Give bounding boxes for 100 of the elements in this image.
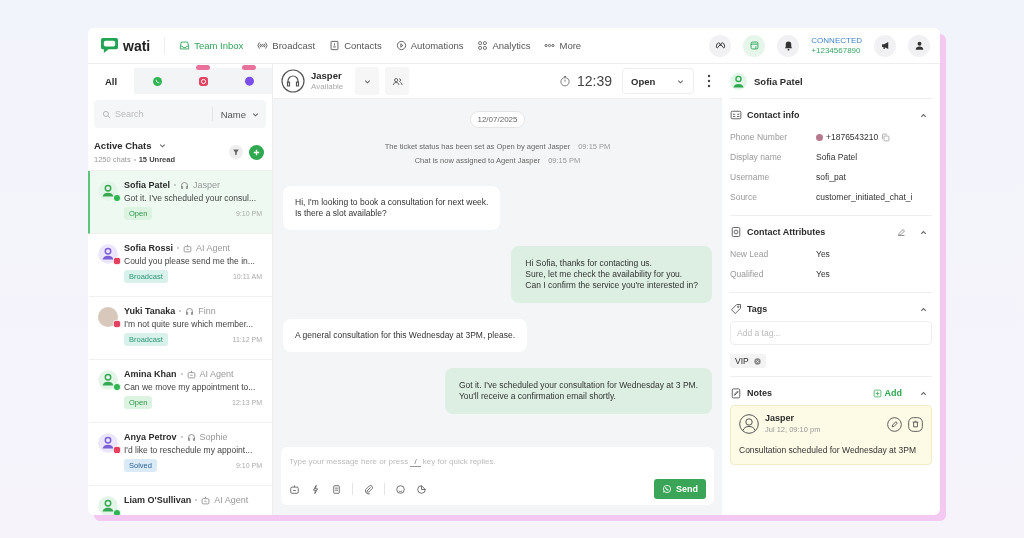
- message-preview: Can we move my appointment to...: [124, 382, 257, 392]
- person-avatar-icon: [98, 496, 118, 515]
- chat-bubble-logo-icon: [100, 37, 119, 54]
- message-preview: Got it. I've scheduled your consul...: [124, 193, 258, 203]
- incoming-message: Hi, I'm looking to book a consultation for next week. Is there a slot available?: [283, 186, 501, 230]
- agent-name: AI Agent: [199, 369, 234, 379]
- field-value: Yes: [816, 249, 830, 259]
- agent-name: AI Agent: [196, 243, 231, 253]
- loop-icon: [714, 40, 726, 51]
- nav-link[interactable]: Broadcast: [257, 40, 316, 51]
- agent-name: Finn: [198, 306, 216, 316]
- contact-name: Sofia Rossi: [124, 243, 173, 253]
- incoming-message: A general consultation for this Wednesday at 3PM, please.: [283, 319, 528, 352]
- remove-icon[interactable]: [753, 357, 761, 365]
- field-value: +1876543210: [826, 132, 879, 142]
- sort-dropdown[interactable]: Name: [220, 108, 260, 120]
- note-icon: [730, 387, 742, 399]
- brand-name: wati: [123, 37, 151, 54]
- chat-list-item[interactable]: Liam O'Sullivan AI Agent: [88, 486, 272, 515]
- robot-icon: [183, 243, 192, 253]
- ticket-status-dropdown[interactable]: Open: [622, 68, 694, 94]
- timer-icon: [558, 75, 571, 87]
- connected-phone-number: +1234567890: [811, 45, 862, 56]
- note-author: Jasper: [765, 413, 796, 424]
- contact-name: Sofia Patel: [754, 75, 803, 87]
- contact-book-icon: [329, 40, 341, 51]
- field-value: customer_initiated_chat_i: [816, 192, 913, 202]
- id-card-icon: [730, 109, 742, 121]
- funnel-icon: [232, 148, 240, 156]
- headset-icon: [185, 306, 195, 316]
- outgoing-message: Got it. I've scheduled your consultation for Wednesday at 3 PM. You'll receive a confirmation email shortly.: [444, 368, 712, 414]
- headset-icon: [186, 432, 196, 442]
- field-label: Username: [730, 172, 771, 182]
- flag-icon: [816, 133, 823, 141]
- nav-link[interactable]: Contacts: [329, 40, 382, 51]
- notification-button[interactable]: [777, 34, 800, 57]
- section-title: Notes: [747, 388, 772, 398]
- contact-name: Anya Petrov: [124, 432, 177, 442]
- plus-square-icon: [872, 388, 882, 398]
- contact-name: Liam O'Sullivan: [124, 495, 192, 505]
- field-label: Phone Number: [730, 132, 789, 142]
- chevron-down-icon: [157, 141, 167, 150]
- copy-icon[interactable]: [881, 132, 891, 142]
- tag-icon: [730, 303, 742, 315]
- robot-icon: [201, 495, 211, 505]
- new-chat-button[interactable]: [249, 144, 264, 160]
- announcement-button[interactable]: [874, 34, 896, 57]
- bell-icon: [782, 40, 794, 51]
- headset-icon: [180, 180, 189, 190]
- message-preview: I'm not quite sure which member...: [124, 319, 255, 329]
- kebab-menu-icon: [707, 74, 711, 88]
- assign-people-button[interactable]: [385, 67, 410, 95]
- message-preview: Could you please send me the in...: [124, 256, 256, 266]
- integration-button[interactable]: [709, 34, 732, 57]
- agent-name: Jasper: [311, 70, 343, 81]
- filter-button[interactable]: [229, 145, 243, 159]
- delete-icon[interactable]: [908, 416, 923, 432]
- nav-link[interactable]: Analytics: [477, 40, 531, 51]
- instagram-icon: [197, 75, 209, 87]
- photo-placeholder: [98, 307, 118, 327]
- sticker-icon[interactable]: [416, 483, 427, 495]
- robot-icon: [186, 369, 196, 379]
- inbox-icon: [179, 40, 191, 51]
- whatsapp-icon: [662, 484, 672, 494]
- person-avatar-icon: [730, 72, 747, 90]
- chat-filter-dropdown[interactable]: Active Chats: [94, 140, 223, 151]
- date-chip: 12/07/2025: [470, 111, 525, 128]
- calendar-icon: [748, 40, 760, 51]
- edit-icon[interactable]: [887, 416, 902, 432]
- session-timer: 12:39: [576, 73, 612, 89]
- edit-icon[interactable]: [897, 227, 906, 237]
- nav-link[interactable]: Automations: [395, 40, 464, 51]
- section-title: Contact Attributes: [747, 227, 826, 237]
- contact-name: Yuki Tanaka: [124, 306, 176, 316]
- field-value: sofi_pat: [816, 172, 846, 182]
- emoji-icon[interactable]: [395, 483, 406, 495]
- nav-link[interactable]: More: [544, 40, 582, 51]
- contact-name: Sofia Patel: [124, 180, 170, 190]
- field-value: Sofia Patel: [816, 152, 858, 162]
- instagram-badge-icon: [113, 320, 121, 328]
- agent-name: AI Agent: [214, 495, 249, 505]
- play-circle-icon: [395, 40, 407, 51]
- section-title: Contact info: [747, 110, 800, 120]
- lightning-icon[interactable]: [310, 483, 321, 495]
- messenger-icon: [243, 75, 255, 87]
- field-label: New Lead: [730, 249, 770, 259]
- plus-icon: [252, 147, 261, 157]
- connection-status: CONNECTED: [811, 35, 862, 46]
- document-icon[interactable]: [331, 483, 342, 495]
- paperclip-icon[interactable]: [363, 483, 374, 495]
- search-icon: [102, 109, 111, 119]
- agent-name: Jasper: [193, 180, 221, 190]
- whatsapp-badge-icon: [113, 383, 121, 391]
- message-preview: I'd like to reschedule my appoint...: [124, 445, 254, 455]
- whatsapp-icon: [151, 75, 163, 87]
- tag-chip[interactable]: VIP: [730, 354, 766, 368]
- robot-icon[interactable]: [289, 483, 300, 495]
- profile-button[interactable]: [908, 34, 930, 57]
- clipboard-icon: [730, 226, 742, 238]
- agent-availability: Available: [311, 81, 344, 92]
